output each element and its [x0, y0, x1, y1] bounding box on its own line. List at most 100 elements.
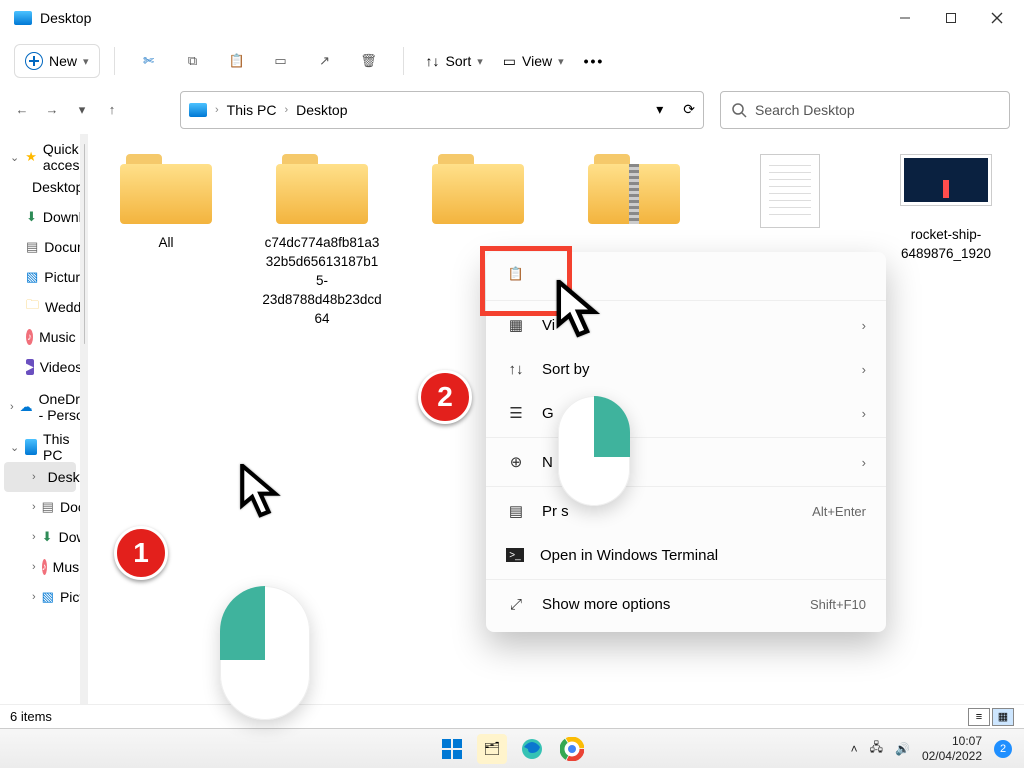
delete-button[interactable]: 🗑: [349, 44, 389, 78]
breadcrumb[interactable]: This PC: [227, 102, 277, 118]
context-group[interactable]: ☰G›: [486, 391, 886, 435]
search-icon: [731, 102, 747, 118]
sort-label: Sort: [446, 53, 472, 69]
tray-clock[interactable]: 10:07 02/04/2022: [922, 734, 982, 763]
tray-notifications-badge[interactable]: 2: [994, 740, 1012, 758]
address-row: ← → ▾ ↑ › This PC › Desktop ▾ ⟳ Search D…: [0, 86, 1024, 134]
desktop-icon: [14, 11, 32, 25]
recent-dropdown[interactable]: ▾: [74, 102, 90, 118]
terminal-icon: >_: [506, 548, 524, 562]
context-terminal[interactable]: >_Open in Windows Terminal: [486, 533, 886, 577]
navigation-pane: ⌄★ Quick access Desktop📌 ⬇Downloads📌 ▤Do…: [0, 134, 80, 704]
cursor-icon: [556, 280, 604, 343]
sidebar-item-pc-pictures[interactable]: ›▧Pictures: [4, 582, 76, 612]
cursor-icon: [240, 464, 284, 523]
mouse-graphic-leftclick: [220, 586, 310, 720]
maximize-button[interactable]: [928, 2, 974, 34]
icons-view-toggle[interactable]: ▦: [992, 708, 1014, 726]
sidebar-item-pc-documents[interactable]: ›▤Docu: [4, 492, 76, 522]
rename-button[interactable]: ▭: [261, 44, 301, 78]
up-button[interactable]: ↑: [104, 102, 120, 117]
quick-access-node[interactable]: ⌄★ Quick access: [4, 142, 76, 172]
text-item[interactable]: [730, 154, 850, 238]
taskbar-chrome[interactable]: [557, 734, 587, 764]
new-label: New: [49, 53, 77, 69]
navigation-scrollbar[interactable]: [80, 134, 88, 704]
grid-icon: ▦: [506, 316, 526, 334]
sidebar-label: Quick access: [43, 141, 80, 173]
address-bar[interactable]: › This PC › Desktop ▾ ⟳: [180, 91, 704, 129]
mouse-graphic-rightclick: [558, 396, 630, 506]
address-dropdown[interactable]: ▾: [656, 101, 663, 118]
textfile-icon: [760, 154, 820, 228]
search-input[interactable]: Search Desktop: [720, 91, 1010, 129]
onedrive-node[interactable]: ›☁OneDrive - Person: [4, 392, 76, 422]
copy-button[interactable]: ⧉: [173, 44, 213, 78]
image-item-rocket[interactable]: rocket-ship-6489876_1920: [886, 154, 1006, 264]
group-icon: ☰: [506, 404, 526, 422]
sidebar-item-documents[interactable]: ▤Documents📌: [4, 232, 76, 262]
status-bar: 6 items ≡ ▦: [0, 704, 1024, 728]
sidebar-item-desktop[interactable]: Desktop📌: [4, 172, 76, 202]
context-new[interactable]: ⊕N›: [486, 440, 886, 484]
chevron-right-icon: ›: [862, 318, 866, 333]
taskbar: 🗂 ˄ 🖧 🔊 10:07 02/04/2022 2: [0, 728, 1024, 768]
folder-icon: [432, 154, 524, 224]
breadcrumb[interactable]: Desktop: [296, 102, 347, 118]
plus-icon: [25, 52, 43, 70]
start-button[interactable]: [437, 734, 467, 764]
back-button[interactable]: ←: [14, 102, 30, 117]
properties-icon: ▤: [506, 502, 526, 520]
folder-icon: [120, 154, 212, 224]
folder-item-all[interactable]: All: [106, 154, 226, 253]
annotation-step-2: 2: [418, 370, 472, 424]
new-button[interactable]: New ▾: [14, 44, 100, 78]
plus-icon: ⊕: [506, 453, 526, 471]
annotation-step-1: 1: [114, 526, 168, 580]
context-sort[interactable]: ↑↓Sort by›: [486, 347, 886, 391]
tray-network-icon[interactable]: 🖧: [870, 738, 883, 759]
close-button[interactable]: [974, 2, 1020, 34]
view-label: View: [522, 53, 552, 69]
cut-button[interactable]: ✄: [129, 44, 169, 78]
forward-button[interactable]: →: [44, 102, 60, 117]
sidebar-item-pc-downloads[interactable]: ›⬇Downlo: [4, 522, 76, 552]
sidebar-item-videos[interactable]: ▶Videos: [4, 352, 76, 382]
context-show-more[interactable]: ⤢Show more optionsShift+F10: [486, 582, 886, 626]
taskbar-edge[interactable]: [517, 734, 547, 764]
expand-icon: ⤢: [506, 596, 526, 613]
chevron-down-icon: ▾: [477, 55, 483, 68]
details-view-toggle[interactable]: ≡: [968, 708, 990, 726]
share-button[interactable]: ↗: [305, 44, 345, 78]
sidebar-item-pc-desktop[interactable]: ›Desktop: [4, 462, 76, 492]
folder-item-hash[interactable]: c74dc774a8fb81a332b5d65613187b15-23d8788…: [262, 154, 382, 328]
context-properties[interactable]: ▤Pr sAlt+Enter: [486, 489, 886, 533]
taskbar-explorer[interactable]: 🗂: [477, 734, 507, 764]
minimize-button[interactable]: [882, 2, 928, 34]
item-count: 6 items: [10, 709, 52, 724]
sidebar-item-weddings[interactable]: 🗀Weddings📌: [4, 292, 76, 322]
this-pc-node[interactable]: ⌄This PC: [4, 432, 76, 462]
tray-volume-icon[interactable]: 🔊: [895, 742, 910, 756]
sidebar-item-downloads[interactable]: ⬇Downloads📌: [4, 202, 76, 232]
command-bar: New ▾ ✄ ⧉ 📋 ▭ ↗ 🗑 ↑↓ Sort ▾ ▭ View ▾ •••: [0, 36, 1024, 86]
folder-item[interactable]: [418, 154, 538, 234]
location-icon: [189, 103, 207, 117]
zip-item[interactable]: [574, 154, 694, 234]
refresh-button[interactable]: ⟳: [683, 101, 695, 118]
search-placeholder: Search Desktop: [755, 102, 855, 118]
zip-icon: [588, 154, 680, 224]
sort-icon: ↑↓: [426, 53, 440, 69]
view-icon: ▭: [503, 53, 516, 70]
sidebar-item-pc-music[interactable]: ›♪Music: [4, 552, 76, 582]
paste-button[interactable]: 📋: [217, 44, 257, 78]
sidebar-item-pictures[interactable]: ▧Pictures📌: [4, 262, 76, 292]
titlebar: Desktop: [0, 0, 1024, 36]
sidebar-item-music[interactable]: ♪Music: [4, 322, 76, 352]
view-button[interactable]: ▭ View ▾: [495, 44, 572, 78]
more-button[interactable]: •••: [576, 44, 613, 78]
sort-button[interactable]: ↑↓ Sort ▾: [418, 44, 491, 78]
chevron-down-icon: ▾: [83, 55, 89, 68]
window-title: Desktop: [40, 10, 882, 26]
tray-overflow[interactable]: ˄: [851, 742, 858, 756]
